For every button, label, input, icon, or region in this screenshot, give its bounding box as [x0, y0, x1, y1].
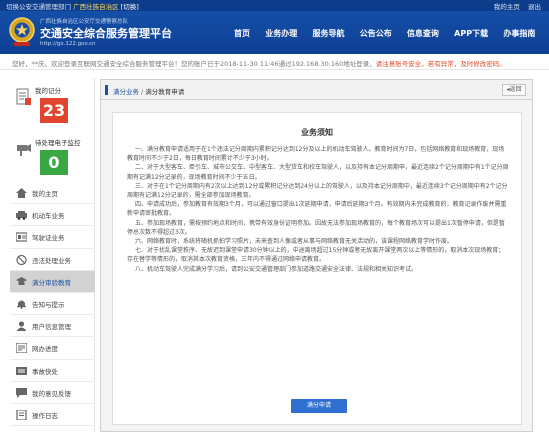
sidebar-item-accident[interactable]: 事故快处 — [10, 360, 95, 382]
notice-paragraph: 二、对于大型客车、牵引车、城市公交车、中型客车、大型货车和校车驾驶人，以及持有本… — [127, 164, 509, 181]
sidebar-item-label: 事故快处 — [32, 367, 58, 376]
business-notice-card: 业务须知 一、满分教育申请适用于在1个违法记分周期内累积记分达到12分及以上的机… — [112, 112, 522, 425]
sidebar-item-label: 违法处理业务 — [32, 256, 71, 265]
score-label: 我的记分 — [35, 87, 61, 95]
breadcrumb-separator: / — [141, 88, 144, 96]
nav-info-query[interactable]: 信息查询 — [407, 28, 439, 39]
nav-business[interactable]: 业务办理 — [265, 28, 297, 39]
sidebar-item-feedback[interactable]: 我的意见反馈 — [10, 382, 95, 404]
sidebar-item-label: 网办进度 — [32, 345, 58, 354]
sidebar-item-user-info[interactable]: 用户信息管理 — [10, 315, 95, 338]
nav-guide[interactable]: 办事指南 — [503, 28, 535, 39]
notice-paragraph: 四、申请成功后，参加教育有效期3个月，可以通过窗口提出1次延期申请，申请后延期3… — [127, 201, 507, 218]
main-nav: 首页 业务办理 服务导航 公告公布 信息查询 APP下载 办事指南 — [234, 28, 548, 42]
nav-app-download[interactable]: APP下载 — [454, 28, 488, 39]
notice-paragraph: 五、参加现场教育，需按预约地点和时间，携带有效身份证明参加。因故无法参加现场教育… — [127, 219, 505, 236]
site-header: 广西壮族自治区公安厅交通警察总队 交通安全综合服务管理平台 http://gx.… — [0, 11, 549, 54]
department-name: 广西壮族自治区 — [73, 3, 119, 11]
sidebar-item-license[interactable]: 驾驶证业务 — [10, 226, 95, 249]
department-switcher: 切换公安交通管理部门 广西壮族自治区 [切换] — [6, 1, 139, 11]
bell-icon — [17, 300, 26, 309]
notice-paragraph: 三、对于在1个记分周期内有2次以上达到12分或累积记分达到24分以上的驾驶人，以… — [127, 182, 508, 200]
log-icon — [16, 409, 27, 420]
score-value: 23 — [40, 98, 68, 123]
header-title: 交通安全综合服务管理平台 — [40, 27, 172, 40]
notice-paragraph: 一、满分教育申请适用于在1个违法记分周期内累积记分达到12分及以上的机动车驾驶人… — [127, 146, 505, 163]
sidebar-item-label: 驾驶证业务 — [32, 234, 65, 243]
breadcrumb-current: 满分教育申请 — [145, 88, 185, 96]
sidebar-item-label: 用户信息管理 — [32, 323, 71, 332]
content-panel: 满分业务 / 满分教育申请 ◂返回 业务须知 一、满分教育申请适用于在1个违法记分周… — [100, 79, 533, 432]
sidebar-item-notifications[interactable]: 告知与提示 — [10, 293, 95, 316]
breadcrumb-root[interactable]: 满分业务 — [113, 88, 139, 96]
header-subtitle: 广西壮族自治区公安厅交通警察总队 — [40, 19, 129, 25]
notice-title: 业务须知 — [301, 128, 333, 137]
back-button[interactable]: ◂返回 — [502, 84, 526, 96]
login-notice: 您好，**庆。欢迎登录互联网交通安全综合服务管理平台！您的账户已于2018-11… — [0, 58, 549, 70]
breadcrumb-bar: 满分业务 / 满分教育申请 ◂返回 — [101, 80, 532, 100]
car-icon — [16, 211, 27, 220]
sidebar-item-violation[interactable]: 违法处理业务 — [10, 249, 95, 271]
department-prefix: 切换公安交通管理部门 — [6, 3, 71, 11]
accident-icon — [16, 366, 27, 375]
security-alert: 请注意账号安全，若有异常，及时修改密码。 — [375, 60, 506, 68]
header-url: http://gx.122.gov.cn — [40, 41, 96, 47]
sidebar-item-label: 满分审验教育 — [32, 278, 71, 287]
nav-service-guide[interactable]: 服务导航 — [312, 28, 344, 39]
breadcrumb: 满分业务 / 满分教育申请 — [113, 86, 184, 96]
sidebar-item-log[interactable]: 操作日志 — [10, 404, 95, 427]
violation-icon — [16, 254, 27, 265]
breadcrumb-marker — [105, 85, 108, 95]
home-icon — [16, 188, 27, 198]
nav-announcements[interactable]: 公告公布 — [360, 28, 392, 39]
user-icon — [16, 321, 27, 332]
notice-body: 一、满分教育申请适用于在1个违法记分周期内累积记分达到12分及以上的机动车驾驶人… — [127, 145, 509, 274]
license-icon — [16, 232, 27, 242]
my-score-card[interactable]: 我的记分 23 — [10, 80, 95, 126]
my-home-link[interactable]: 我的主页 — [494, 3, 520, 11]
notice-paragraph: 八、机动车驾驶人完成满分学习后，请到公安交通管理部门参加道路交通安全法律、法规和… — [135, 265, 418, 273]
sidebar-item-label: 操作日志 — [32, 411, 58, 420]
sidebar-item-home[interactable]: 我的主页 — [10, 182, 95, 205]
sidebar-item-label: 机动车业务 — [32, 212, 65, 221]
notice-paragraph: 六、网络教育时，系统将随机抓拍学习照片，未来查到人像或者从事与网络教育无关活动的… — [135, 238, 454, 246]
pending-monitoring-value: 0 — [40, 150, 68, 175]
back-label: 返回 — [509, 86, 522, 93]
login-greeting: 您好，**庆。欢迎登录互联网交通安全综合服务管理平台！您的账户已于2018-11… — [12, 60, 376, 68]
sidebar-item-full-score-education[interactable]: 满分审验教育 — [10, 270, 95, 293]
sidebar-item-label: 我的意见反馈 — [32, 389, 71, 398]
top-bar: 切换公安交通管理部门 广西壮族自治区 [切换] 我的主页 退出 — [0, 0, 549, 11]
sidebar: 我的记分 23 待处理电子监控 0 我的主页 机动车业务 驾驶证业务 违法处理业… — [10, 78, 95, 432]
feedback-icon — [16, 387, 27, 398]
sidebar-item-label: 告知与提示 — [32, 300, 65, 309]
education-icon — [16, 276, 27, 285]
pending-monitoring-label: 待处理电子监控 — [35, 139, 81, 147]
apply-button[interactable]: 满分申请 — [291, 399, 347, 413]
sidebar-item-vehicle[interactable]: 机动车业务 — [10, 204, 95, 227]
camera-icon — [17, 144, 31, 156]
police-emblem-icon — [9, 17, 35, 46]
sidebar-item-progress[interactable]: 网办进度 — [10, 337, 95, 360]
logout-link[interactable]: 退出 — [528, 3, 541, 11]
nav-home[interactable]: 首页 — [234, 28, 250, 39]
progress-icon — [16, 343, 27, 354]
notice-paragraph: 七、对于扰乱课堂秩序、无故迟到课堂申请30分钟以上的，中途离场超过15分钟或者无… — [127, 247, 505, 264]
sidebar-menu: 我的主页 机动车业务 驾驶证业务 违法处理业务 满分审验教育 告知与提示 用户信… — [10, 182, 95, 427]
switch-department-link[interactable]: [切换] — [121, 3, 139, 11]
score-document-icon — [16, 88, 31, 105]
pending-monitoring-card[interactable]: 待处理电子监控 0 — [10, 132, 95, 178]
sidebar-item-label: 我的主页 — [32, 190, 58, 198]
